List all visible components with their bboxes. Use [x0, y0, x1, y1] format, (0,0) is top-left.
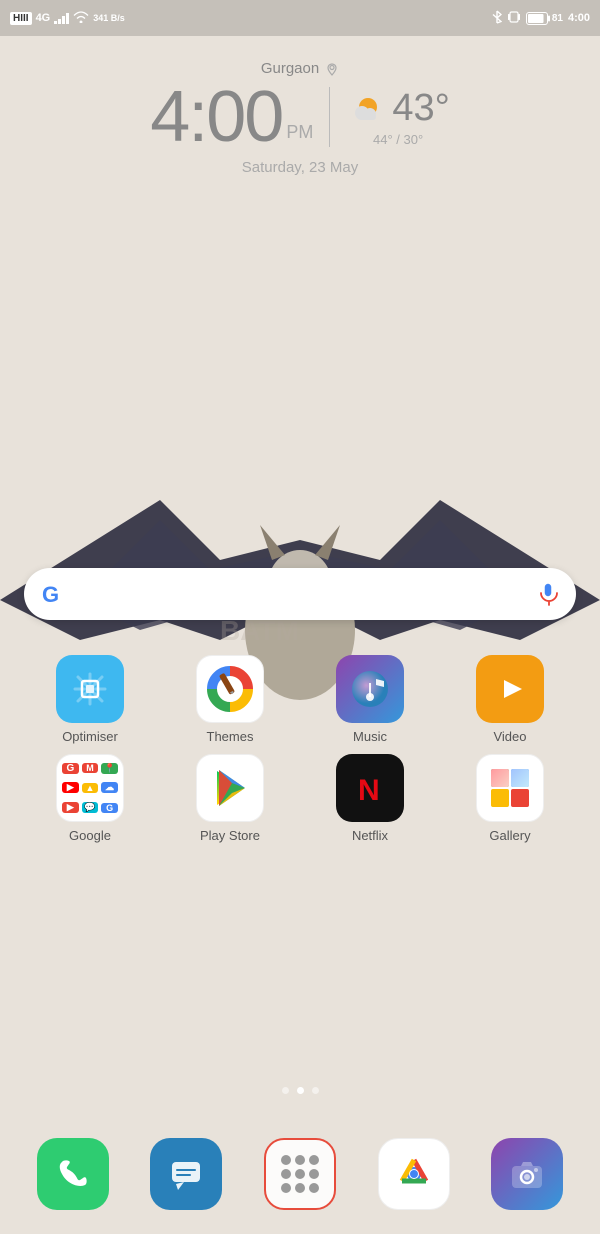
signal-bars	[54, 12, 69, 24]
weather-column: 43° 44° / 30°	[346, 87, 449, 147]
netflix-icon: N	[336, 754, 404, 822]
svg-text:N: N	[358, 774, 380, 807]
weather-icon	[346, 93, 386, 125]
page-dots	[0, 1087, 600, 1094]
video-icon	[476, 655, 544, 723]
optimiser-label: Optimiser	[62, 729, 118, 744]
clock-divider	[329, 87, 330, 147]
page-dot-1	[282, 1087, 289, 1094]
dock-item-chrome[interactable]	[378, 1138, 450, 1210]
app-item-optimiser[interactable]: Optimiser	[20, 655, 160, 744]
status-left: HIII 4G 341 B/s	[10, 11, 125, 26]
page-dot-3	[312, 1087, 319, 1094]
google-icon: G M 📍 ▶ ▲ ☁ ▶ 💬 G	[56, 754, 124, 822]
vibrate-icon	[507, 10, 521, 27]
dock	[0, 1138, 600, 1210]
app-item-video[interactable]: Video	[440, 655, 580, 744]
network-type: 4G	[36, 12, 51, 24]
google-label: Google	[69, 828, 111, 843]
date-display: Saturday, 23 May	[242, 159, 358, 176]
gallery-icon	[476, 754, 544, 822]
netflix-label: Netflix	[352, 828, 388, 843]
temperature-main: 43°	[392, 87, 449, 130]
dock-item-phone[interactable]	[37, 1138, 109, 1210]
app-item-music[interactable]: Music	[300, 655, 440, 744]
apps-grid-dots	[281, 1155, 319, 1193]
camera-dock-icon	[491, 1138, 563, 1210]
speed-label: 341 B/s	[93, 13, 125, 23]
battery-level: 81	[552, 13, 563, 24]
playstore-icon	[196, 754, 264, 822]
messages-dock-icon	[150, 1138, 222, 1210]
location-row: Gurgaon	[261, 60, 339, 77]
dock-item-camera[interactable]	[491, 1138, 563, 1210]
temperature-range: 44° / 30°	[373, 132, 423, 147]
clock-period: PM	[286, 122, 313, 143]
app-item-netflix[interactable]: N Netflix	[300, 754, 440, 843]
location-text: Gurgaon	[261, 60, 319, 77]
apps-dock-icon	[264, 1138, 336, 1210]
battery-icon: 81	[526, 12, 563, 25]
app-item-themes[interactable]: Themes	[160, 655, 300, 744]
status-right: 81 4:00	[492, 10, 590, 27]
carrier-label: HIII	[10, 12, 32, 25]
wifi-icon	[73, 11, 89, 26]
clock-time: 4:00	[150, 81, 282, 153]
svg-text:G: G	[42, 582, 59, 607]
page-dot-2	[297, 1087, 304, 1094]
location-icon	[325, 62, 339, 76]
weather-top: 43°	[346, 87, 449, 130]
playstore-label: Play Store	[200, 828, 260, 843]
app-item-gallery[interactable]: Gallery	[440, 754, 580, 843]
phone-dock-icon	[37, 1138, 109, 1210]
app-grid: Optimiser Themes	[0, 645, 600, 853]
google-logo: G	[40, 580, 68, 608]
gallery-label: Gallery	[489, 828, 530, 843]
dock-item-messages[interactable]	[150, 1138, 222, 1210]
bluetooth-icon	[492, 10, 502, 27]
music-icon	[336, 655, 404, 723]
time-status: 4:00	[568, 12, 590, 24]
chrome-dock-icon	[378, 1138, 450, 1210]
search-bar[interactable]: G	[24, 568, 576, 620]
mic-icon	[536, 582, 560, 606]
dock-item-apps[interactable]	[264, 1138, 336, 1210]
themes-icon	[196, 655, 264, 723]
themes-label: Themes	[207, 729, 254, 744]
clock-weather-row: 4:00 PM 43° 44° / 30°	[150, 81, 450, 153]
optimiser-icon	[56, 655, 124, 723]
app-item-playstore[interactable]: Play Store	[160, 754, 300, 843]
video-label: Video	[493, 729, 526, 744]
music-label: Music	[353, 729, 387, 744]
clock-display-group: 4:00 PM	[150, 81, 313, 153]
clock-section: Gurgaon 4:00 PM 43° 44° / 30° Saturday, …	[0, 60, 600, 176]
status-bar: HIII 4G 341 B/s 81 4:00	[0, 0, 600, 36]
app-item-google[interactable]: G M 📍 ▶ ▲ ☁ ▶ 💬 G Google	[20, 754, 160, 843]
